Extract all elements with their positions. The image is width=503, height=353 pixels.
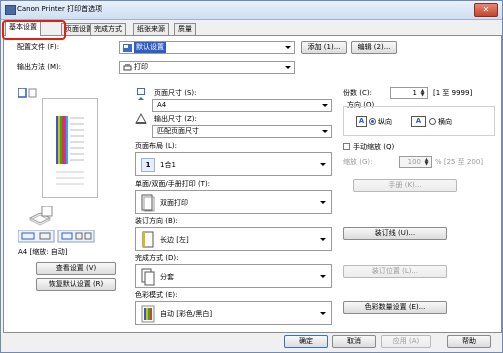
chevron-down-icon xyxy=(320,238,326,241)
output-size-select[interactable]: 匹配页面尺寸 xyxy=(152,125,332,138)
spinner-arrows-icon[interactable]: ▲ ▼ xyxy=(423,158,430,167)
profile-value: 默认设置 xyxy=(134,42,166,53)
title-bar: Canon Printer 打印首选项 ✕ xyxy=(1,1,502,20)
finishing-label: 完成方式 (D): xyxy=(135,254,179,262)
color-mode-label: 色彩模式 (E): xyxy=(135,291,178,299)
booklet-button[interactable]: 手册 (K)... xyxy=(353,179,457,192)
chevron-down-icon xyxy=(320,201,326,204)
tab-basic-settings[interactable]: 基本设置 xyxy=(5,21,41,36)
binding-label: 装订方向 (B): xyxy=(135,217,178,225)
window-title: Canon Printer 打印首选项 xyxy=(17,5,103,13)
layout-badge: 1 xyxy=(141,158,155,172)
close-button[interactable]: ✕ xyxy=(474,3,498,17)
staple-position-button[interactable]: 装订位置 (L)... xyxy=(343,265,447,278)
printer-icon xyxy=(5,5,16,15)
print-icon xyxy=(123,64,132,71)
binding-value: 长边 [左] xyxy=(160,236,189,244)
view-settings-button[interactable]: 查看设置 (V) xyxy=(36,262,116,275)
landscape-radio[interactable] xyxy=(429,118,436,125)
page-size-icon xyxy=(137,88,145,100)
layout-select[interactable]: 1 1合1 xyxy=(135,152,332,176)
paper-stack-icon xyxy=(28,206,53,226)
copies-range: [1 至 9999] xyxy=(433,89,473,97)
manual-scale-label: 手动缩放 (Q) xyxy=(353,143,395,151)
finishing-value: 分套 xyxy=(160,273,174,281)
portrait-radio[interactable] xyxy=(369,118,376,125)
output-size-label: 输出尺寸 (Z): xyxy=(154,115,197,123)
printer-preferences-window: Canon Printer 打印首选项 ✕ 基本设置 页面设置 完成方式 纸张来… xyxy=(0,0,503,353)
page-size-select[interactable]: A4 xyxy=(152,99,332,112)
portrait-label: 纵向 xyxy=(378,118,392,126)
output-method-select[interactable]: 打印 xyxy=(119,61,295,74)
preview-controls[interactable] xyxy=(18,230,130,243)
chevron-down-icon xyxy=(320,163,326,166)
color-mode-value: 自动 [彩色/黑白] xyxy=(160,310,213,318)
copies-value: 1 xyxy=(412,89,417,97)
chevron-down-icon xyxy=(320,275,326,278)
tab-paper-source[interactable]: 纸张来源 xyxy=(133,23,169,35)
page-preview xyxy=(42,98,98,198)
page-size-value: A4 xyxy=(157,101,167,109)
landscape-label: 横向 xyxy=(438,118,452,126)
color-mode-select[interactable]: 自动 [彩色/黑白] xyxy=(135,301,332,325)
gutter-button[interactable]: 装订线 (U)... xyxy=(343,227,447,240)
profile-label: 配置文件 (F): xyxy=(17,43,60,51)
profile-icon xyxy=(123,44,132,52)
layout-value: 1合1 xyxy=(160,161,176,169)
chevron-down-icon xyxy=(285,46,291,49)
chevron-down-icon xyxy=(322,130,328,133)
cancel-button[interactable]: 取消 xyxy=(332,335,376,348)
tab-quality[interactable]: 质量 xyxy=(174,23,196,35)
ok-button[interactable]: 确定 xyxy=(284,335,328,348)
profile-select[interactable]: 默认设置 xyxy=(119,41,295,54)
preview-status: A4 [缩放: 自动] xyxy=(18,248,68,256)
scale-spinner[interactable]: 100 ▲ ▼ xyxy=(399,156,432,168)
add-profile-button[interactable]: 添加 (1)... xyxy=(301,41,347,54)
duplex-select[interactable]: 双面打印 xyxy=(135,190,332,214)
output-size-icon xyxy=(135,113,147,124)
page-size-label: 页面尺寸 (S): xyxy=(154,89,197,97)
restore-defaults-button[interactable]: 恢复默认设置 (R) xyxy=(36,278,116,291)
basic-settings-panel: 配置文件 (F): 默认设置 添加 (1)... 编辑 (2)... 输出方法 … xyxy=(3,35,502,333)
binding-icon xyxy=(142,231,154,248)
apply-button[interactable]: 应用 (A) xyxy=(381,335,431,348)
edit-profile-button[interactable]: 编辑 (2)... xyxy=(351,41,397,54)
color-quantity-button[interactable]: 色彩数量设置 (E)... xyxy=(343,301,447,314)
scale-label: 缩放 (G): xyxy=(343,158,373,166)
chevron-down-icon xyxy=(285,66,291,69)
spinner-arrows-icon[interactable]: ▲ ▼ xyxy=(419,89,426,98)
chevron-down-icon xyxy=(322,104,328,107)
portrait-page-icon: A xyxy=(356,116,367,127)
tab-finishing[interactable]: 完成方式 xyxy=(90,23,126,35)
help-button[interactable]: 帮助 xyxy=(447,335,491,348)
copies-spinner[interactable]: 1 ▲ ▼ xyxy=(390,87,428,99)
scale-range: % [25 至 200] xyxy=(435,158,484,166)
output-method-label: 输出方法 (M): xyxy=(17,63,62,71)
binding-select[interactable]: 长边 [左] xyxy=(135,227,332,251)
output-size-value: 匹配页面尺寸 xyxy=(157,127,199,135)
landscape-page-icon: A xyxy=(411,116,426,127)
finishing-select[interactable]: 分套 xyxy=(135,264,332,288)
chevron-down-icon xyxy=(320,312,326,315)
preview-mode-icon[interactable] xyxy=(18,88,40,98)
copies-label: 份数 (C): xyxy=(343,89,372,97)
scale-value: 100 xyxy=(407,158,421,166)
layout-label: 页面布局 (L): xyxy=(135,142,177,150)
duplex-label: 单面/双面/手册打印 (T): xyxy=(135,180,211,188)
manual-scale-checkbox[interactable] xyxy=(343,143,350,150)
output-method-value: 打印 xyxy=(134,63,148,71)
duplex-icon xyxy=(141,194,155,212)
color-mode-icon xyxy=(141,305,155,323)
collate-icon xyxy=(141,268,155,286)
duplex-value: 双面打印 xyxy=(160,199,188,207)
